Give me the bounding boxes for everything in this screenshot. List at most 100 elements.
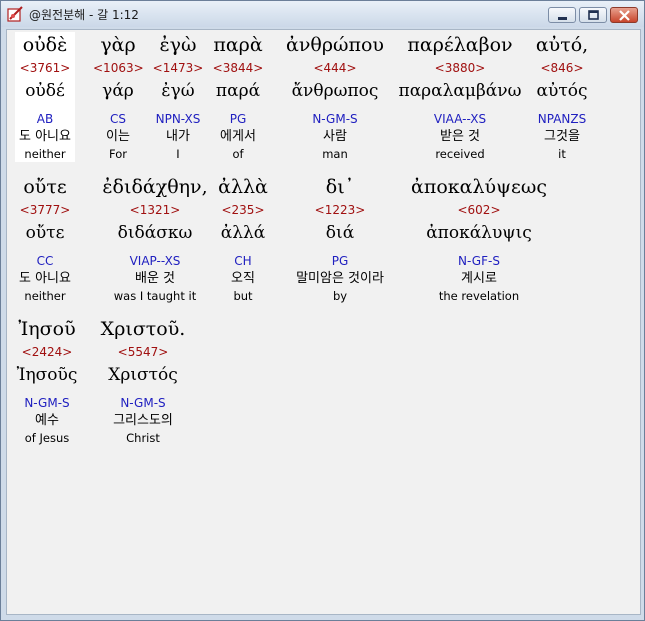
korean-gloss: 그것을 — [544, 129, 580, 144]
word-column[interactable]: ἐδιδάχθην, <1321> διδάσκω VIAP--XS 배운 것 was I… — [91, 174, 219, 304]
english-gloss: neither — [24, 147, 66, 161]
korean-gloss: 도 아니요 — [19, 271, 71, 286]
korean-gloss: 그리스도의 — [113, 413, 173, 428]
parse-code: NPANZS — [537, 112, 587, 126]
lemma-word: ἀλλά — [220, 223, 266, 243]
parse-code: N-GM-S — [24, 396, 70, 410]
english-gloss: I — [176, 147, 180, 161]
english-gloss: received — [435, 147, 485, 161]
parse-code: CS — [110, 112, 126, 126]
word-column[interactable]: δι᾽ <1223> διά PG 말미암은 것이라 by — [273, 174, 407, 304]
strong-number: <3777> — [19, 203, 71, 217]
strong-number: <602> — [457, 203, 501, 217]
lemma-word: αὐτός — [536, 81, 588, 101]
korean-gloss: 사람 — [323, 129, 347, 144]
greek-word: ἀλλὰ — [218, 176, 268, 198]
strong-number: <3761> — [19, 61, 71, 75]
parse-code: PG — [229, 112, 247, 126]
korean-gloss: 이는 — [106, 129, 130, 144]
lemma-word: παραλαμβάνω — [398, 81, 522, 101]
lemma-word: ἀποκάλυψις — [426, 223, 532, 243]
word-column[interactable]: οὔτε <3777> οὔτε CC 도 아니요 neither — [15, 174, 75, 304]
greek-word: αὐτό, — [535, 34, 589, 56]
english-gloss: neither — [24, 289, 66, 303]
english-gloss: was I taught it — [113, 289, 197, 303]
english-gloss: For — [109, 147, 127, 161]
lemma-word: ἄνθρωπος — [291, 81, 379, 101]
minimize-button[interactable] — [548, 7, 576, 23]
korean-gloss: 도 아니요 — [19, 129, 71, 144]
korean-gloss: 계시로 — [461, 271, 497, 286]
lemma-word: οὐδέ — [25, 81, 65, 101]
parse-code: CC — [36, 254, 54, 268]
verse-content: οὐδὲ <3761> οὐδέ AB 도 아니요 neither γὰρ <1063> γάρ… — [7, 30, 640, 614]
lemma-word: Ἰησοῦς — [16, 365, 78, 385]
strong-number: <1473> — [152, 61, 204, 75]
lemma-word: ἐγώ — [161, 81, 195, 101]
app-icon — [7, 6, 23, 22]
greek-word: ἀποκαλύψεως — [411, 176, 547, 198]
word-column[interactable]: παρέλαβον <3880> παραλαμβάνω VIAA--XS 받은 것 re… — [395, 32, 525, 162]
word-column[interactable]: οὐδὲ <3761> οὐδέ AB 도 아니요 neither — [15, 32, 75, 162]
korean-gloss: 예수 — [35, 413, 59, 428]
lemma-word: παρά — [215, 81, 261, 101]
strong-number: <846> — [540, 61, 584, 75]
parse-code: NPN-XS — [155, 112, 201, 126]
greek-word: Ἰησοῦ — [18, 318, 76, 340]
parse-code: N-GF-S — [458, 254, 500, 268]
word-column[interactable]: ἀλλὰ <235> ἀλλά CH 오직 but — [213, 174, 273, 304]
english-gloss: of — [232, 147, 244, 161]
strong-number: <1063> — [93, 61, 144, 75]
parse-code: PG — [331, 254, 349, 268]
lemma-word: διά — [325, 223, 355, 243]
word-column[interactable]: αὐτό, <846> αὐτός NPANZS 그것을 it — [531, 32, 593, 162]
greek-word: γὰρ — [100, 34, 136, 56]
word-column[interactable]: Ἰησοῦ <2424> Ἰησοῦς N-GM-S 예수 of Jesus — [15, 316, 79, 446]
strong-number: <1321> — [129, 203, 181, 217]
parse-code: N-GM-S — [120, 396, 166, 410]
interlinear-view: οὐδὲ <3761> οὐδέ AB 도 아니요 neither γὰρ <1063> γάρ… — [6, 29, 641, 615]
parse-code: AB — [36, 112, 54, 126]
parse-code: VIAP--XS — [129, 254, 181, 268]
word-column[interactable]: γὰρ <1063> γάρ CS 이는 For — [93, 32, 144, 162]
word-column[interactable]: ἀνθρώπου <444> ἄνθρωπος N-GM-S 사람 man — [275, 32, 395, 162]
word-column[interactable]: Χριστοῦ. <5547> Χριστός N-GM-S 그리스도의 Christ — [99, 316, 187, 446]
strong-number: <444> — [313, 61, 357, 75]
app-window: @원전분해 - 갈 1:12 οὐδὲ <3761> οὐδέ AB 도 아니요 neit… — [0, 0, 645, 621]
english-gloss: by — [332, 289, 348, 303]
korean-gloss: 받은 것 — [439, 129, 480, 144]
lemma-word: Χριστός — [108, 365, 178, 385]
strong-number: <235> — [221, 203, 265, 217]
greek-word: ἐγὼ — [159, 34, 197, 56]
korean-gloss: 오직 — [231, 271, 255, 286]
greek-word: ἀνθρώπου — [286, 34, 384, 56]
korean-gloss: 내가 — [166, 129, 190, 144]
word-column[interactable]: ἐγὼ <1473> ἐγώ NPN-XS 내가 I — [147, 32, 209, 162]
greek-word: ἐδιδάχθην, — [102, 176, 208, 198]
strong-number: <3844> — [212, 61, 264, 75]
word-column[interactable]: ἀποκαλύψεως <602> ἀποκάλυψις N-GF-S 계시로 the r… — [409, 174, 549, 304]
english-gloss: it — [558, 147, 566, 161]
word-column[interactable]: παρὰ <3844> παρά PG 에게서 of — [207, 32, 269, 162]
greek-word: Χριστοῦ. — [100, 318, 186, 340]
parse-code: N-GM-S — [312, 112, 358, 126]
korean-gloss: 배운 것 — [134, 271, 175, 286]
english-gloss: Christ — [126, 431, 160, 445]
maximize-button[interactable] — [579, 7, 607, 23]
strong-number: <1223> — [314, 203, 366, 217]
english-gloss: the revelation — [438, 289, 520, 303]
lemma-word: οὔτε — [25, 223, 65, 243]
greek-word: οὐδὲ — [22, 34, 68, 56]
english-gloss: but — [233, 289, 253, 303]
strong-number: <5547> — [117, 345, 169, 359]
lemma-word: διδάσκω — [117, 223, 193, 243]
greek-word: παρέλαβον — [407, 34, 513, 56]
close-button[interactable] — [610, 7, 638, 23]
strong-number: <3880> — [434, 61, 486, 75]
greek-word: δι᾽ — [325, 176, 355, 198]
title-bar[interactable]: @원전분해 - 갈 1:12 — [1, 1, 644, 27]
greek-word: οὔτε — [23, 176, 67, 198]
korean-gloss: 에게서 — [220, 129, 256, 144]
korean-gloss: 말미암은 것이라 — [296, 271, 384, 286]
english-gloss: of Jesus — [24, 431, 70, 445]
